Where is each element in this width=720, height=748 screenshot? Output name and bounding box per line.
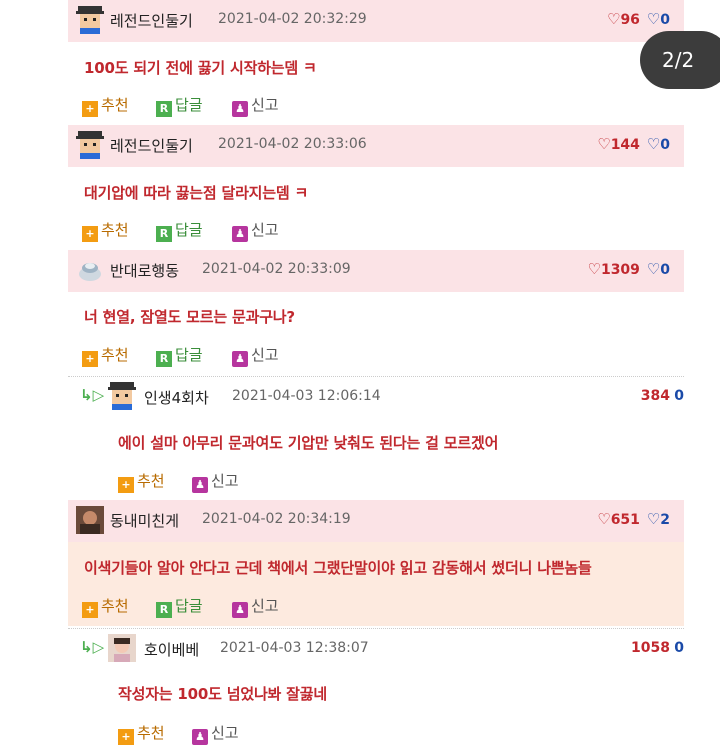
author-name[interactable]: 호이베베 xyxy=(144,639,199,660)
comment-date: 2021-04-03 12:06:14 xyxy=(232,388,381,404)
comment-header: 동내미친게 2021-04-02 20:34:19 ♡651 ♡2 xyxy=(68,500,684,542)
reply-icon: R xyxy=(156,101,172,117)
comment-date: 2021-04-02 20:32:29 xyxy=(218,11,367,27)
vote-counts: ♡1309 ♡0 xyxy=(588,260,671,278)
report-button[interactable]: ♟ 신고 xyxy=(232,344,279,367)
reply-button[interactable]: R 답글 xyxy=(156,94,203,117)
pixel-avatar-icon xyxy=(108,382,136,410)
plus-icon: + xyxy=(82,101,98,117)
comment-text: 100도 되기 전에 끓기 시작하는뎀 ㅋ xyxy=(84,59,317,77)
cup-avatar-icon xyxy=(76,256,104,284)
author-name[interactable]: 반대로행동 xyxy=(110,260,179,281)
upvote-count: 144 xyxy=(610,137,640,153)
plus-icon: + xyxy=(82,602,98,618)
comment-text: 에이 설마 아무리 문과여도 기압만 낮춰도 된다는 걸 모르겠어 xyxy=(118,434,499,452)
plus-icon: + xyxy=(82,351,98,367)
photo-avatar-icon xyxy=(108,634,136,662)
thumbs-down-icon[interactable]: ♡ xyxy=(647,135,660,153)
report-icon: ♟ xyxy=(232,226,248,242)
upvote-count: 384 xyxy=(640,388,670,404)
comment-header: 레전드인둘기 2021-04-02 20:32:29 ♡96 ♡0 xyxy=(68,0,684,42)
recommend-button[interactable]: + 추천 xyxy=(82,94,129,117)
report-icon: ♟ xyxy=(232,351,248,367)
comment-date: 2021-04-02 20:33:09 xyxy=(202,261,351,277)
comment-text: 너 현열, 잠열도 모르는 문과구나? xyxy=(84,308,295,326)
comment-header: 레전드인둘기 2021-04-02 20:33:06 ♡144 ♡0 xyxy=(68,125,684,167)
thumbs-down-icon[interactable]: ♡ xyxy=(647,10,660,28)
report-icon: ♟ xyxy=(232,602,248,618)
vote-counts: ♡96 ♡0 xyxy=(607,10,670,28)
reply-icon: R xyxy=(156,602,172,618)
upvote-count: 1058 xyxy=(631,640,670,656)
downvote-count: 0 xyxy=(674,640,684,656)
recommend-button[interactable]: + 추천 xyxy=(82,595,129,618)
author-name[interactable]: 레전드인둘기 xyxy=(110,135,193,156)
thumbs-up-icon[interactable]: ♡ xyxy=(588,260,601,278)
comment-text: 대기압에 따라 끓는점 달라지는뎀 ㅋ xyxy=(84,184,309,202)
reply-icon: R xyxy=(156,351,172,367)
comment-date: 2021-04-02 20:33:06 xyxy=(218,136,367,152)
report-button[interactable]: ♟ 신고 xyxy=(232,94,279,117)
divider xyxy=(68,628,684,629)
downvote-count: 0 xyxy=(660,12,670,28)
plus-icon: + xyxy=(82,226,98,242)
vote-counts: ♡651 ♡2 xyxy=(597,510,670,528)
reply-arrow-icon: ↳▷ xyxy=(80,386,105,404)
downvote-count: 0 xyxy=(674,388,684,404)
downvote-count: 0 xyxy=(660,262,670,278)
author-name[interactable]: 인생4회차 xyxy=(144,387,209,408)
comment-date: 2021-04-02 20:34:19 xyxy=(202,511,351,527)
vote-counts: ♡144 ♡0 xyxy=(597,135,670,153)
comment-text: 작성자는 100도 넘었나봐 잘끓네 xyxy=(118,685,327,703)
thumbs-down-icon[interactable]: ♡ xyxy=(647,510,660,528)
author-name[interactable]: 동내미친게 xyxy=(110,510,179,531)
recommend-button[interactable]: + 추천 xyxy=(82,344,129,367)
comment-text: 이색기들아 알아 안다고 근데 책에서 그랬단말이야 읽고 감동해서 썼더니 나… xyxy=(84,559,592,577)
page-indicator: 2/2 xyxy=(640,31,720,89)
upvote-count: 651 xyxy=(610,512,640,528)
upvote-count: 96 xyxy=(620,12,640,28)
downvote-count: 0 xyxy=(660,137,670,153)
photo-avatar-icon xyxy=(76,506,104,534)
pixel-avatar-icon xyxy=(76,131,104,159)
reply-arrow-icon: ↳▷ xyxy=(80,638,105,656)
plus-icon: + xyxy=(118,477,134,493)
report-button[interactable]: ♟ 신고 xyxy=(232,219,279,242)
report-button[interactable]: ♟ 신고 xyxy=(232,595,279,618)
recommend-button[interactable]: + 추천 xyxy=(82,219,129,242)
upvote-count: 1309 xyxy=(600,262,640,278)
comment-header: 반대로행동 2021-04-02 20:33:09 ♡1309 ♡0 xyxy=(68,250,684,292)
thumbs-down-icon[interactable]: ♡ xyxy=(647,260,660,278)
comment-date: 2021-04-03 12:38:07 xyxy=(220,640,369,656)
comment-section: 레전드인둘기 2021-04-02 20:32:29 ♡96 ♡0 100도 되… xyxy=(0,0,720,748)
downvote-count: 2 xyxy=(660,512,670,528)
report-icon: ♟ xyxy=(192,477,208,493)
reply-button[interactable]: R 답글 xyxy=(156,219,203,242)
report-button[interactable]: ♟ 신고 xyxy=(192,722,239,745)
report-icon: ♟ xyxy=(192,729,208,745)
report-icon: ♟ xyxy=(232,101,248,117)
thumbs-up-icon[interactable]: ♡ xyxy=(597,135,610,153)
plus-icon: + xyxy=(118,729,134,745)
report-button[interactable]: ♟ 신고 xyxy=(192,470,239,493)
recommend-button[interactable]: + 추천 xyxy=(118,470,165,493)
author-name[interactable]: 레전드인둘기 xyxy=(110,10,193,31)
thumbs-up-icon[interactable]: ♡ xyxy=(597,510,610,528)
recommend-button[interactable]: + 추천 xyxy=(118,722,165,745)
pixel-avatar-icon xyxy=(76,6,104,34)
reply-icon: R xyxy=(156,226,172,242)
divider xyxy=(68,376,684,377)
thumbs-up-icon[interactable]: ♡ xyxy=(607,10,620,28)
reply-button[interactable]: R 답글 xyxy=(156,344,203,367)
reply-button[interactable]: R 답글 xyxy=(156,595,203,618)
